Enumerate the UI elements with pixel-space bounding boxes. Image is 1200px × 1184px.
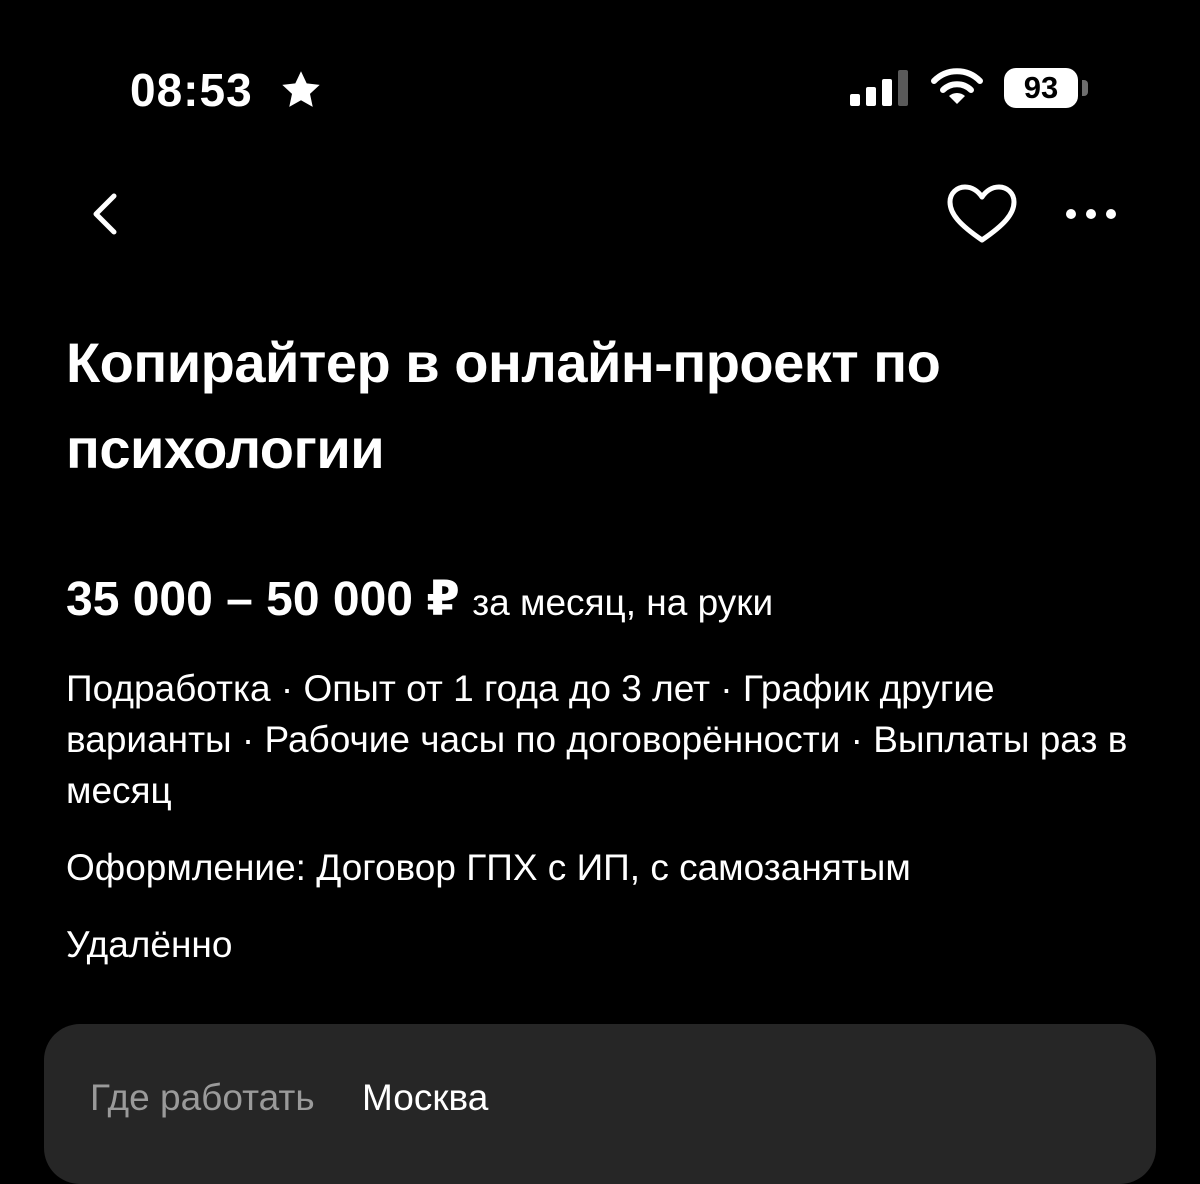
- vacancy-title: Копирайтер в онлайн-проект по психологии: [66, 331, 941, 480]
- employment-conditions: Подработка · Опыт от 1 года до 3 лет · Г…: [66, 668, 1128, 811]
- wifi-icon: [931, 68, 983, 104]
- battery-indicator: 93: [1004, 68, 1078, 108]
- back-icon[interactable]: [76, 184, 136, 244]
- star-icon: [282, 71, 320, 107]
- status-time: 08:53: [130, 64, 253, 116]
- salary-amount: 35 000 – 50 000 ₽: [66, 573, 460, 626]
- battery-cap: [1082, 80, 1088, 96]
- work-format: Удалённо: [66, 924, 233, 965]
- navigation-bar: [0, 170, 1200, 260]
- location-card[interactable]: Где работать Москва: [44, 1024, 1156, 1184]
- more-icon[interactable]: [1058, 186, 1124, 242]
- salary-line: 35 000 – 50 000 ₽ за месяц, на руки: [66, 570, 1146, 641]
- location-label: Где работать: [90, 1077, 315, 1118]
- heart-icon[interactable]: [942, 180, 1022, 250]
- salary-note: за месяц, на руки: [472, 582, 774, 623]
- location-value: Москва: [362, 1077, 489, 1118]
- vacancy-details: Копирайтер в онлайн-проект по психологии…: [66, 320, 1146, 970]
- registration-type: Оформление: Договор ГПХ с ИП, с самозаня…: [66, 847, 911, 888]
- status-bar: 08:53 93: [0, 0, 1200, 150]
- cellular-signal-icon: [850, 70, 908, 106]
